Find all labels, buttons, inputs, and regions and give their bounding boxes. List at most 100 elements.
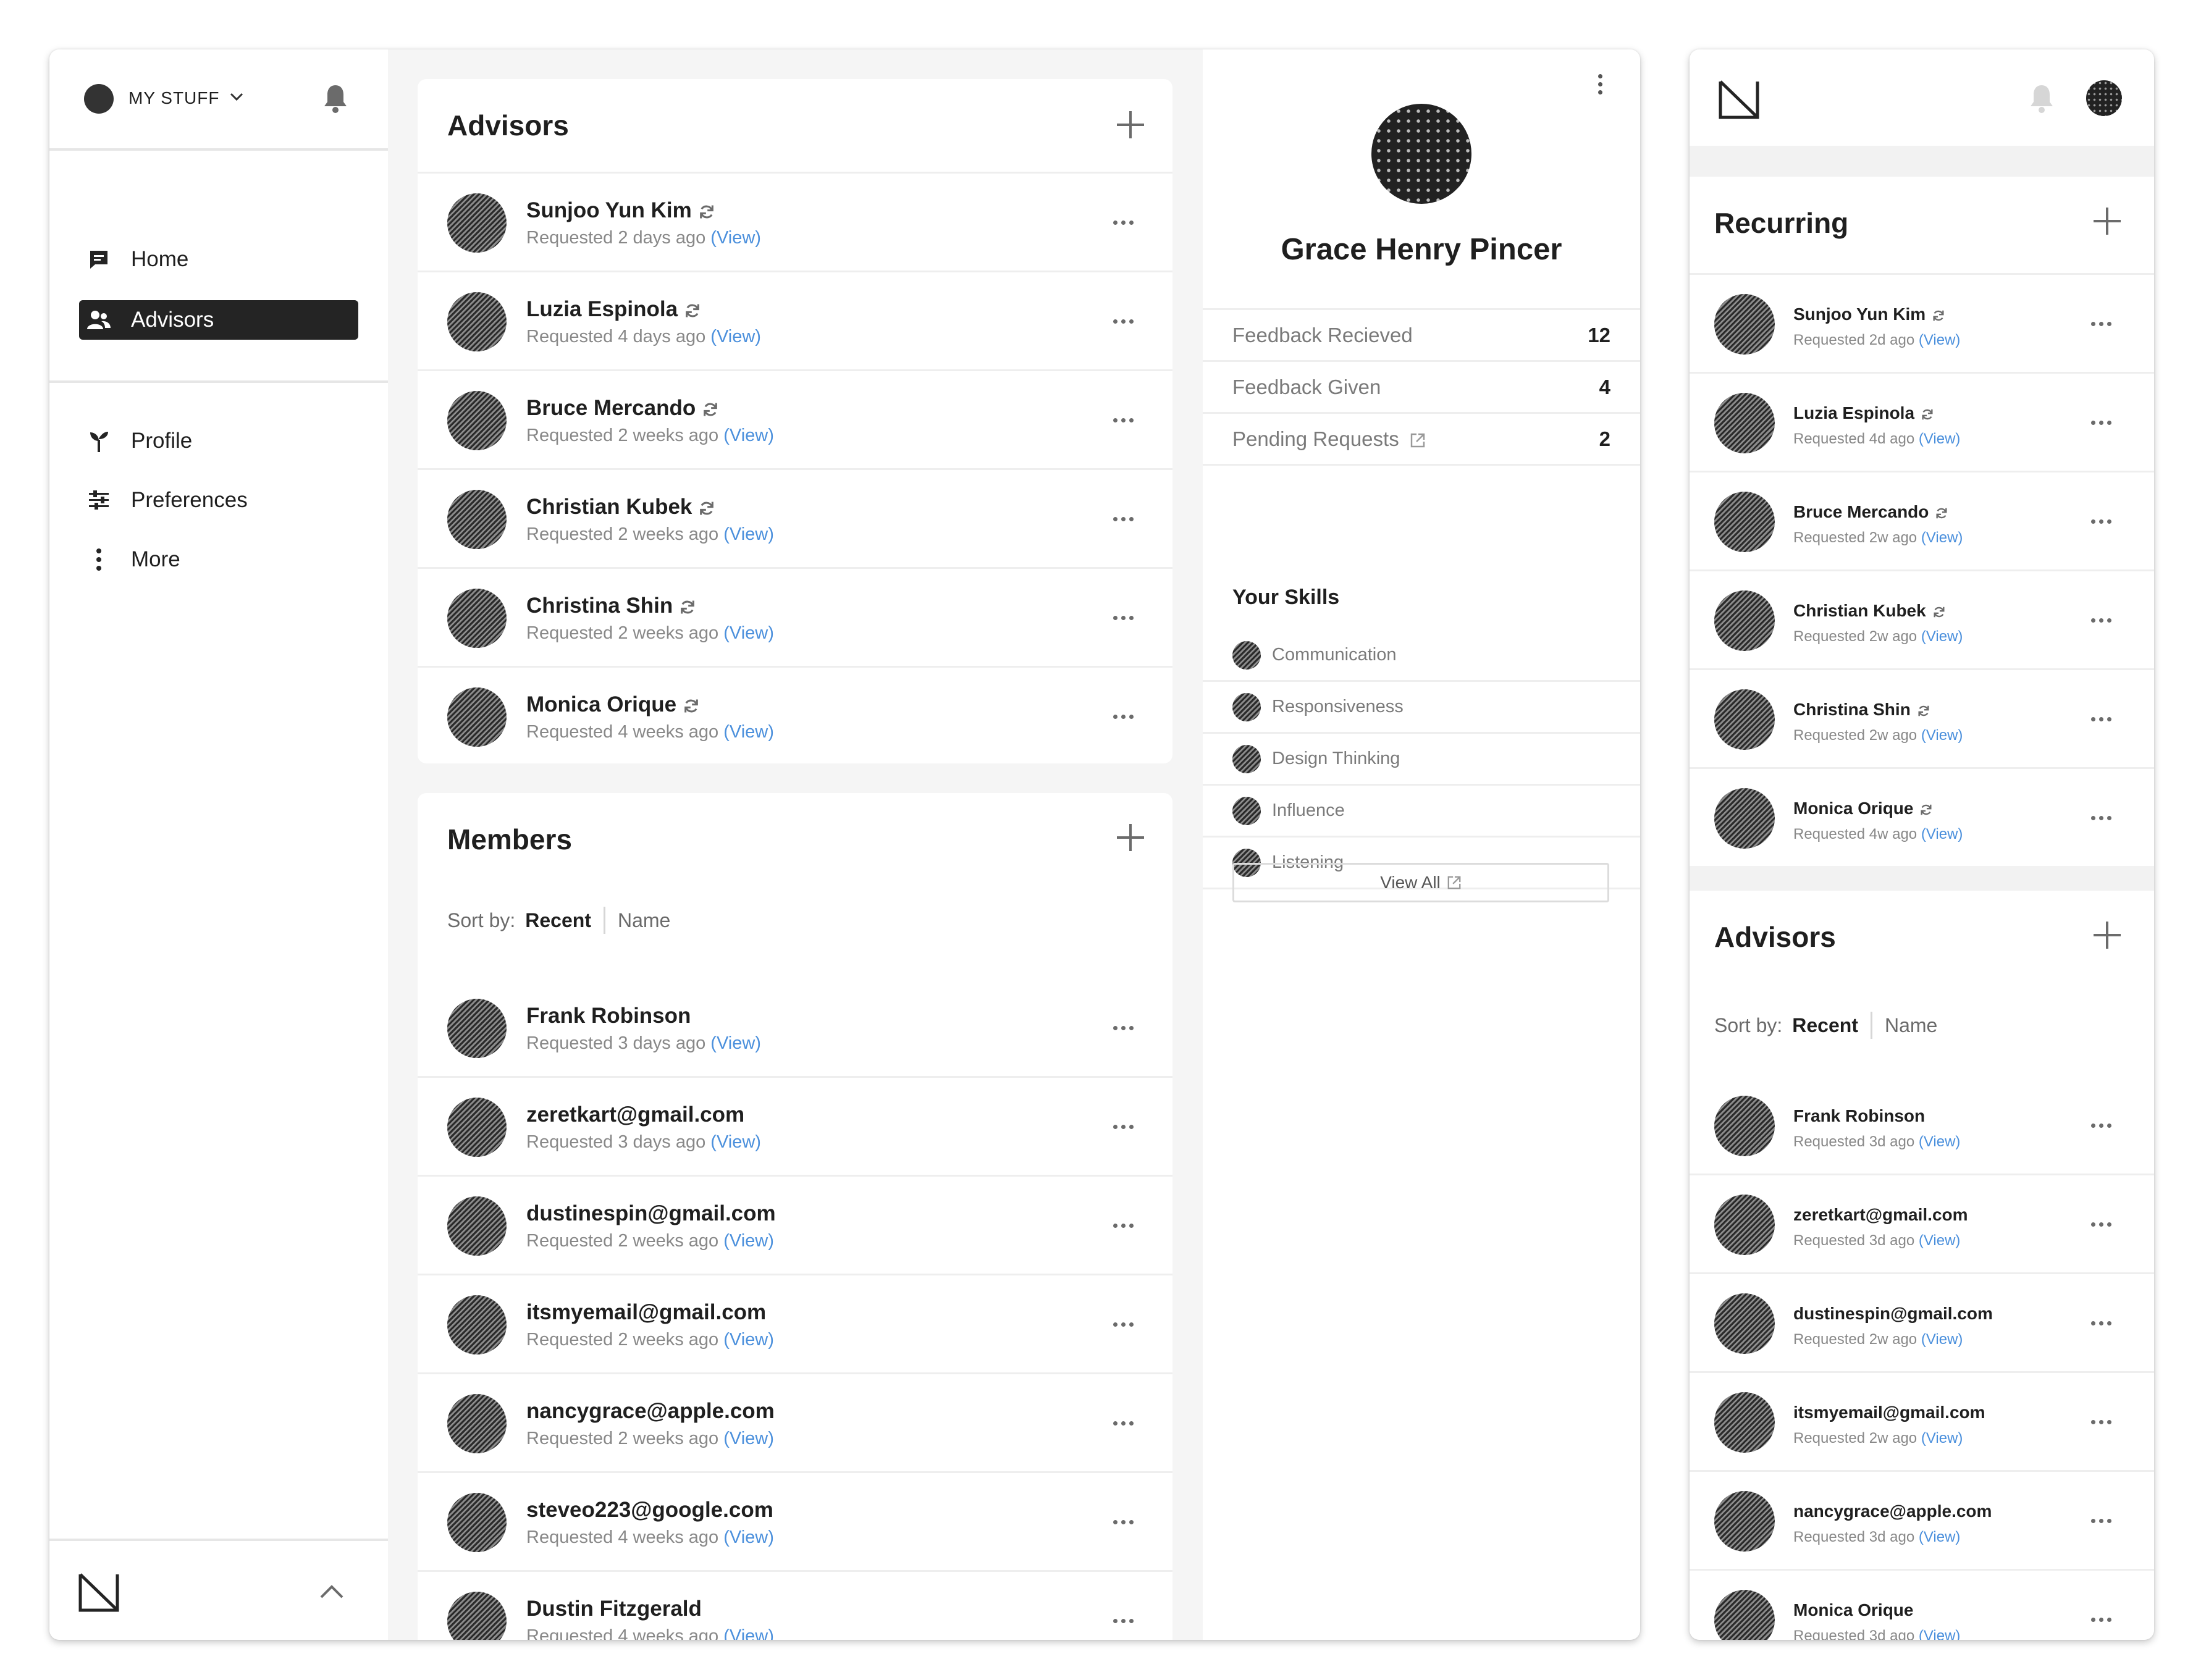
view-link[interactable]: (View)	[1921, 1430, 1963, 1447]
list-item[interactable]: Christian Kubek Requested 2w ago (View)	[1690, 569, 2154, 668]
item-subtitle: Requested 4 days ago (View)	[526, 327, 761, 347]
list-item[interactable]: steveo223@google.com Requested 4 weeks ag…	[418, 1471, 1172, 1570]
list-item[interactable]: Bruce Mercando Requested 2w ago (View)	[1690, 471, 2154, 569]
list-item[interactable]: Monica Orique Requested 3d ago (View)	[1690, 1569, 2154, 1640]
list-item[interactable]: nancygrace@apple.com Requested 2 weeks ag…	[418, 1372, 1172, 1471]
chevron-up-icon[interactable]	[319, 1584, 344, 1599]
workspace-switcher[interactable]: MY STUFF	[128, 88, 219, 108]
stat-pending-requests[interactable]: Pending Requests 2	[1203, 412, 1640, 466]
nav-item-advisors[interactable]: Advisors	[79, 300, 358, 340]
more-actions-icon[interactable]	[1113, 1026, 1134, 1030]
add-member-button[interactable]	[1117, 824, 1144, 851]
view-link[interactable]: (View)	[723, 623, 774, 643]
user-avatar[interactable]	[2086, 80, 2122, 116]
view-link[interactable]: (View)	[723, 1626, 774, 1640]
view-all-button[interactable]: View All	[1232, 863, 1609, 902]
more-actions-icon[interactable]	[2091, 1222, 2111, 1227]
view-link[interactable]: (View)	[723, 1231, 774, 1251]
workspace-avatar[interactable]	[84, 84, 114, 114]
list-item[interactable]: Luzia Espinola Requested 4 days ago (View…	[418, 271, 1172, 369]
view-link[interactable]: (View)	[723, 1527, 774, 1547]
more-actions-icon[interactable]	[1113, 1322, 1134, 1327]
more-actions-icon[interactable]	[2091, 1124, 2111, 1128]
view-link[interactable]: (View)	[1921, 1331, 1963, 1348]
more-actions-icon[interactable]	[1113, 1224, 1134, 1228]
more-actions-icon[interactable]	[1113, 319, 1134, 324]
list-item[interactable]: dustinespin@gmail.com Requested 2 weeks a…	[418, 1175, 1172, 1274]
more-actions-icon[interactable]	[1113, 1520, 1134, 1524]
more-actions-icon[interactable]	[2091, 322, 2111, 326]
more-actions-icon[interactable]	[2091, 618, 2111, 623]
add-advisor-button[interactable]	[2094, 922, 2121, 949]
list-item[interactable]: Dustin Fitzgerald Requested 4 weeks ago (…	[418, 1570, 1172, 1640]
more-actions-icon[interactable]	[2091, 1519, 2111, 1523]
list-item[interactable]: dustinespin@gmail.com Requested 2w ago (V…	[1690, 1272, 2154, 1371]
more-actions-icon[interactable]	[1113, 1125, 1134, 1129]
view-link[interactable]: (View)	[1921, 529, 1963, 546]
nav-item-home[interactable]: Home	[79, 240, 358, 279]
nav-item-more[interactable]: More	[79, 540, 358, 579]
view-link[interactable]: (View)	[1919, 1628, 1961, 1640]
view-link[interactable]: (View)	[1921, 826, 1963, 842]
view-link[interactable]: (View)	[710, 327, 761, 346]
more-actions-icon[interactable]	[1113, 1421, 1134, 1426]
view-link[interactable]: (View)	[710, 228, 761, 248]
more-actions-icon[interactable]	[1113, 517, 1134, 521]
list-item[interactable]: Monica Orique Requested 4w ago (View)	[1690, 767, 2154, 866]
view-link[interactable]: (View)	[723, 426, 774, 445]
view-link[interactable]: (View)	[723, 524, 774, 544]
view-link[interactable]: (View)	[1919, 1133, 1961, 1150]
more-actions-icon[interactable]	[2091, 421, 2111, 425]
view-link[interactable]: (View)	[1919, 430, 1961, 447]
nav-item-profile[interactable]: Profile	[79, 421, 358, 461]
nav-item-preferences[interactable]: Preferences	[79, 481, 358, 520]
list-item[interactable]: Bruce Mercando Requested 2 weeks ago (Vie…	[418, 369, 1172, 468]
more-actions-icon[interactable]	[2091, 1321, 2111, 1325]
list-item[interactable]: Christina Shin Requested 2w ago (View)	[1690, 668, 2154, 767]
list-item[interactable]: Luzia Espinola Requested 4d ago (View)	[1690, 372, 2154, 471]
more-options-icon[interactable]	[1598, 74, 1602, 94]
list-item[interactable]: itsmyemail@gmail.com Requested 2 weeks ag…	[418, 1274, 1172, 1372]
chevron-down-icon[interactable]	[230, 93, 243, 101]
more-actions-icon[interactable]	[2091, 1618, 2111, 1622]
add-recurring-button[interactable]	[2094, 208, 2121, 235]
bell-icon[interactable]	[2029, 84, 2055, 114]
list-item[interactable]: zeretkart@gmail.com Requested 3 days ago …	[418, 1076, 1172, 1175]
view-link[interactable]: (View)	[710, 1132, 761, 1152]
list-item[interactable]: Sunjoo Yun Kim Requested 2 days ago (View…	[418, 172, 1172, 271]
view-link[interactable]: (View)	[723, 1429, 774, 1448]
sort-recent-button[interactable]: Recent	[525, 909, 591, 932]
more-actions-icon[interactable]	[2091, 816, 2111, 820]
view-link[interactable]: (View)	[1919, 1232, 1961, 1249]
more-actions-icon[interactable]	[2091, 519, 2111, 524]
list-item[interactable]: Christina Shin Requested 2 weeks ago (Vie…	[418, 567, 1172, 666]
view-link[interactable]: (View)	[723, 722, 774, 742]
more-actions-icon[interactable]	[1113, 616, 1134, 620]
list-item[interactable]: nancygrace@apple.com Requested 3d ago (Vi…	[1690, 1470, 2154, 1569]
sort-recent-button[interactable]: Recent	[1792, 1014, 1858, 1037]
view-link[interactable]: (View)	[1921, 628, 1963, 645]
list-item[interactable]: Christian Kubek Requested 2 weeks ago (Vi…	[418, 468, 1172, 567]
bell-icon[interactable]	[322, 84, 348, 114]
more-actions-icon[interactable]	[2091, 1420, 2111, 1424]
add-advisor-button[interactable]	[1117, 111, 1144, 138]
more-actions-icon[interactable]	[1113, 220, 1134, 225]
more-actions-icon[interactable]	[2091, 717, 2111, 721]
sort-name-button[interactable]: Name	[1885, 1014, 1937, 1037]
list-item[interactable]: Sunjoo Yun Kim Requested 2d ago (View)	[1690, 273, 2154, 372]
more-actions-icon[interactable]	[1113, 715, 1134, 719]
list-item[interactable]: itsmyemail@gmail.com Requested 2w ago (Vi…	[1690, 1371, 2154, 1470]
view-link[interactable]: (View)	[1919, 332, 1961, 348]
list-item[interactable]: Frank Robinson Requested 3 days ago (View…	[418, 977, 1172, 1076]
view-link[interactable]: (View)	[723, 1330, 774, 1350]
list-item[interactable]: zeretkart@gmail.com Requested 3d ago (Vie…	[1690, 1174, 2154, 1272]
view-link[interactable]: (View)	[710, 1033, 761, 1053]
view-link[interactable]: (View)	[1919, 1529, 1961, 1545]
view-link[interactable]: (View)	[1921, 727, 1963, 744]
list-item[interactable]: Frank Robinson Requested 3d ago (View)	[1690, 1075, 2154, 1174]
more-actions-icon[interactable]	[1113, 1619, 1134, 1623]
list-item[interactable]: Monica Orique Requested 4 weeks ago (View…	[418, 666, 1172, 763]
item-name-text: itsmyemail@gmail.com	[526, 1300, 767, 1324]
more-actions-icon[interactable]	[1113, 418, 1134, 422]
sort-name-button[interactable]: Name	[618, 909, 670, 932]
